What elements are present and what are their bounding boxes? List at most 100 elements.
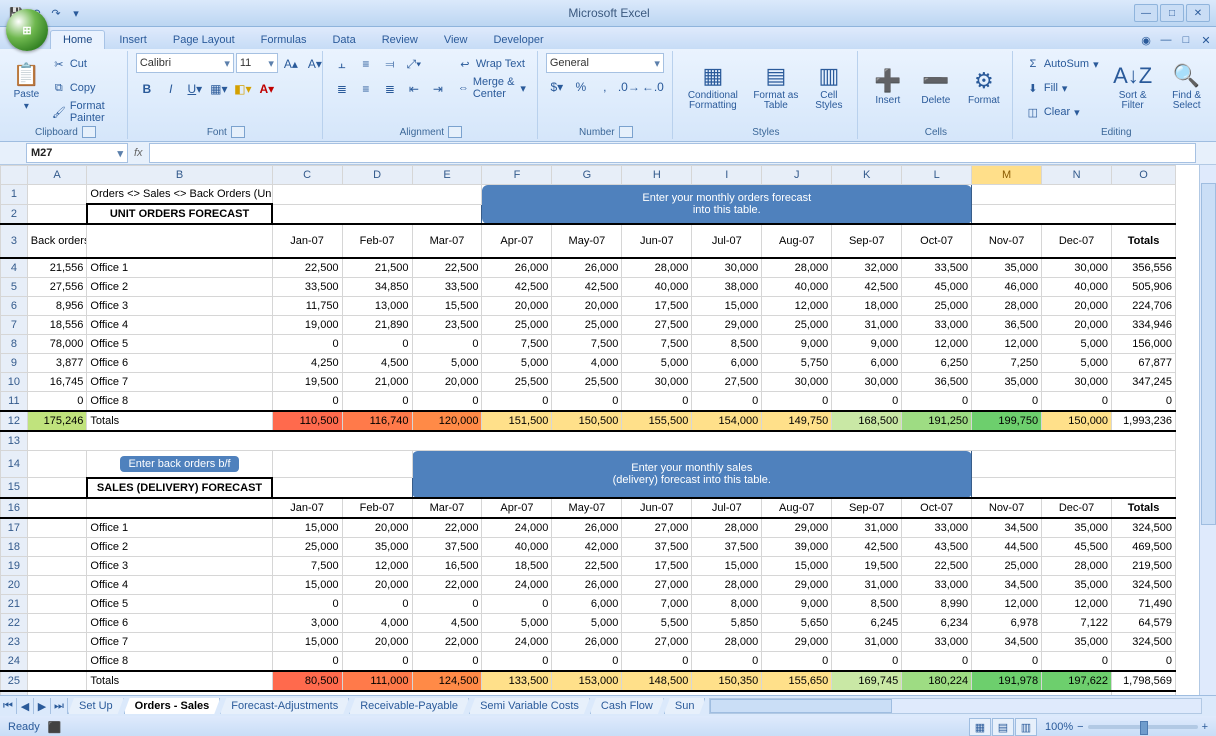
col-header[interactable]: F: [482, 166, 552, 185]
row-header[interactable]: 2: [1, 204, 28, 224]
sheet-tab[interactable]: Forecast-Adjustments: [220, 698, 349, 714]
cell[interactable]: 191,250: [902, 411, 972, 431]
cell[interactable]: 31,000: [832, 316, 902, 335]
cell[interactable]: 26,000: [552, 575, 622, 594]
cell[interactable]: 64,579: [1112, 613, 1176, 632]
find-select-button[interactable]: 🔍Find & Select: [1162, 53, 1212, 121]
font-name-combo[interactable]: Calibri▾: [136, 53, 234, 73]
cell[interactable]: Totals: [1112, 498, 1176, 518]
cell[interactable]: Office 5: [87, 335, 272, 354]
cell[interactable]: 67,877: [1112, 354, 1176, 373]
cell[interactable]: 0: [972, 392, 1042, 412]
cell[interactable]: 0: [482, 392, 552, 412]
cell[interactable]: 0: [902, 392, 972, 412]
cell[interactable]: 154,000: [692, 411, 762, 431]
accounting-button[interactable]: $▾: [546, 76, 568, 98]
cell[interactable]: 17,500: [622, 556, 692, 575]
minimize-button[interactable]: —: [1134, 4, 1158, 22]
tab-formulas[interactable]: Formulas: [249, 31, 319, 49]
view-normal-button[interactable]: ▦: [969, 718, 991, 736]
cell[interactable]: 31,000: [832, 518, 902, 538]
cell[interactable]: 22,500: [272, 258, 342, 278]
cell[interactable]: 27,000: [622, 575, 692, 594]
cell[interactable]: 38,000: [692, 278, 762, 297]
cell[interactable]: 0: [412, 392, 482, 412]
cell[interactable]: 20,000: [1042, 316, 1112, 335]
format-cells-button[interactable]: ⚙Format: [962, 53, 1006, 121]
col-header[interactable]: O: [1112, 166, 1176, 185]
cell[interactable]: 0: [272, 335, 342, 354]
cell[interactable]: 44,500: [972, 537, 1042, 556]
grow-font-button[interactable]: A▴: [280, 53, 302, 75]
vertical-scrollbar[interactable]: [1199, 165, 1216, 695]
cell[interactable]: 324,500: [1112, 518, 1176, 538]
indent-dec-button[interactable]: ⇤: [403, 78, 425, 100]
cell[interactable]: 42,500: [552, 278, 622, 297]
cell[interactable]: 8,990: [902, 594, 972, 613]
zoom-slider[interactable]: [1088, 725, 1198, 729]
sheet-tab[interactable]: Sun: [664, 698, 706, 714]
cell[interactable]: 28,000: [692, 518, 762, 538]
delete-cells-button[interactable]: ➖Delete: [914, 53, 958, 121]
align-left-button[interactable]: ≣: [331, 78, 353, 100]
cell[interactable]: 32,000: [832, 258, 902, 278]
cell[interactable]: Office 4: [87, 316, 272, 335]
cell[interactable]: Jul-07: [692, 224, 762, 258]
cell[interactable]: 155,650: [762, 671, 832, 691]
zoom-out-button[interactable]: −: [1077, 721, 1083, 733]
cell[interactable]: Orders <> Sales <> Back Orders (Units): [87, 185, 272, 205]
cell[interactable]: 71,490: [1112, 594, 1176, 613]
cell[interactable]: 197,622: [1042, 671, 1112, 691]
row-header[interactable]: 14: [1, 451, 28, 478]
inc-decimal-button[interactable]: .0→: [618, 76, 640, 98]
row-header[interactable]: 24: [1, 651, 28, 671]
cell[interactable]: 28,000: [762, 258, 832, 278]
cell[interactable]: 15,000: [272, 575, 342, 594]
cell[interactable]: Jun-07: [622, 224, 692, 258]
row-header[interactable]: 22: [1, 613, 28, 632]
cell[interactable]: Mar-07: [412, 498, 482, 518]
shrink-font-button[interactable]: A▾: [304, 53, 326, 75]
cell[interactable]: 5,000: [1042, 335, 1112, 354]
cell[interactable]: Totals: [87, 411, 272, 431]
cell[interactable]: 9,000: [762, 594, 832, 613]
cell[interactable]: 30,000: [692, 258, 762, 278]
dialog-launcher-icon[interactable]: [231, 126, 245, 138]
cell[interactable]: 0: [832, 392, 902, 412]
cell[interactable]: 150,500: [552, 411, 622, 431]
close-button[interactable]: ✕: [1186, 4, 1210, 22]
cell[interactable]: Totals: [1112, 224, 1176, 258]
cell[interactable]: 194.667: [1112, 691, 1176, 696]
cell[interactable]: 34,850: [342, 278, 412, 297]
cell[interactable]: 12,000: [1042, 594, 1112, 613]
cell[interactable]: 9,000: [832, 335, 902, 354]
cell[interactable]: 0: [972, 651, 1042, 671]
cell[interactable]: Office 8: [87, 392, 272, 412]
cell[interactable]: 27,500: [692, 373, 762, 392]
cell[interactable]: 31,000: [832, 575, 902, 594]
cell[interactable]: 324,500: [1112, 632, 1176, 651]
copy-button[interactable]: ⧉Copy: [47, 77, 121, 99]
cell[interactable]: 25,000: [482, 316, 552, 335]
cell[interactable]: 24,000: [482, 632, 552, 651]
col-header[interactable]: E: [412, 166, 482, 185]
row-header[interactable]: 25: [1, 671, 28, 691]
cell[interactable]: 42,500: [832, 537, 902, 556]
col-header[interactable]: G: [552, 166, 622, 185]
cell[interactable]: 26,000: [552, 632, 622, 651]
cell[interactable]: 37,500: [412, 537, 482, 556]
cell[interactable]: 224,706: [1112, 297, 1176, 316]
cell[interactable]: 5,750: [762, 354, 832, 373]
zoom-level[interactable]: 100%: [1045, 721, 1073, 733]
cell[interactable]: 22,000: [412, 632, 482, 651]
col-header[interactable]: A: [27, 166, 87, 185]
cell[interactable]: 15,000: [762, 556, 832, 575]
section-title[interactable]: SALES (DELIVERY) FORECAST: [87, 478, 272, 498]
cell[interactable]: 36,500: [902, 373, 972, 392]
row-header[interactable]: 16: [1, 498, 28, 518]
cell[interactable]: 356,556: [1112, 258, 1176, 278]
cell[interactable]: 42,500: [832, 278, 902, 297]
cell[interactable]: 124,500: [412, 671, 482, 691]
tab-nav-first-icon[interactable]: ⏮: [0, 698, 17, 714]
cell[interactable]: 78,000: [27, 335, 87, 354]
